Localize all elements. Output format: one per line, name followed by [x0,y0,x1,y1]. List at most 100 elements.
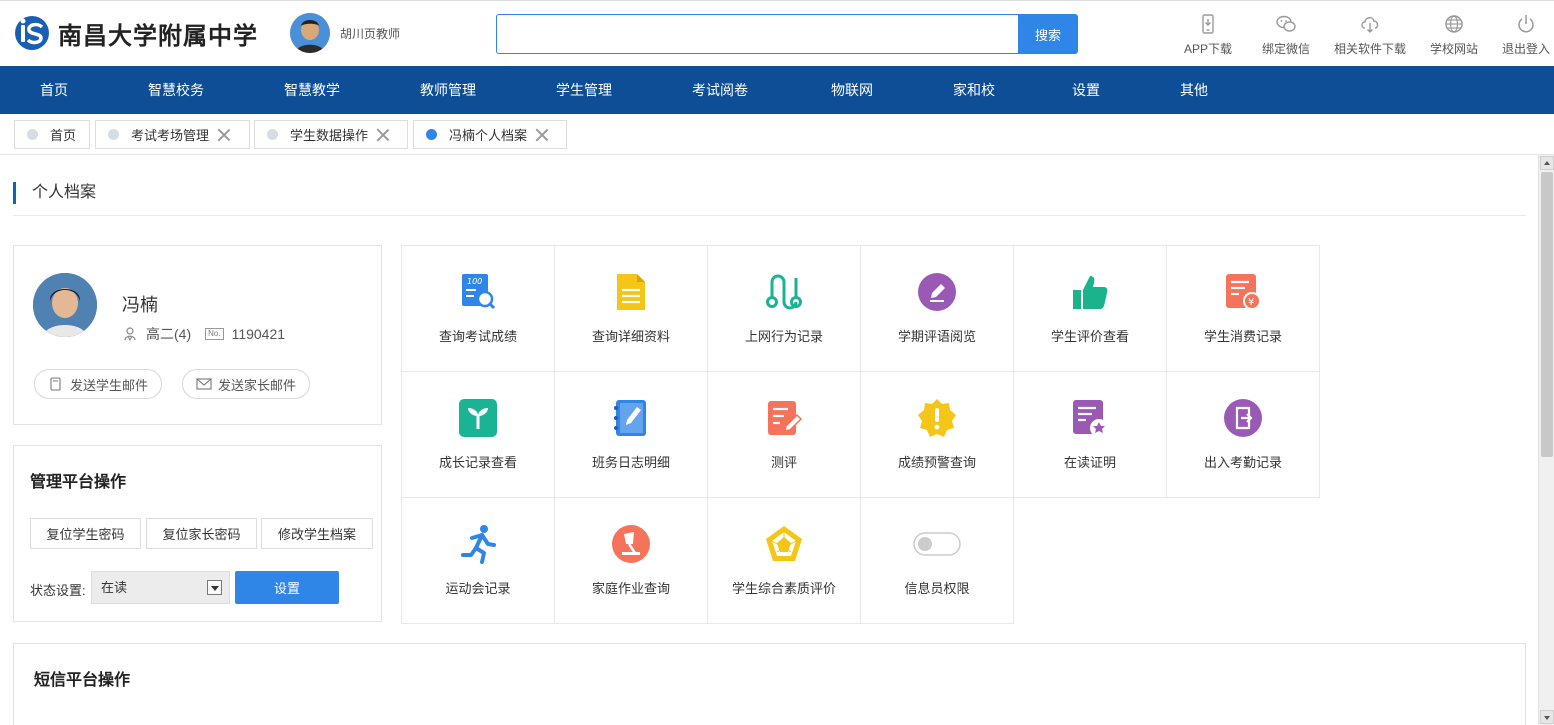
nav-home[interactable]: 首页 [0,66,108,114]
tab-exam-room-management[interactable]: 考试考场管理 [95,120,250,149]
semester-comments-tile[interactable]: 学期评语阅览 [860,245,1014,372]
tab-label: 考试考场管理 [131,128,210,143]
tab-student-profile[interactable]: 冯楠个人档案 [413,120,567,149]
search-bar: 搜索 [496,14,1078,54]
informant-permission-tile[interactable]: 信息员权限 [860,497,1014,624]
teacher-profile[interactable]: 胡川页教师 [290,13,400,53]
reset-student-password-button[interactable]: 复位学生密码 [30,518,141,549]
homework-query-tile[interactable]: 家庭作业查询 [554,497,708,624]
edit-circle-icon [918,273,956,311]
header-tools: APP下载 绑定微信 相关软件下载 学校网站 退出登入 [1172,13,1554,57]
tile-label: 学生综合素质评价 [731,581,836,596]
school-website-label: 学校网站 [1429,42,1478,56]
chevron-down-icon[interactable] [207,580,222,595]
envelope-icon [196,378,212,390]
mobile-mail-icon [50,377,61,391]
wechat-icon [1276,15,1296,32]
tab-home[interactable]: 首页 [14,120,90,149]
internet-behavior-tile[interactable]: 上网行为记录 [707,245,861,372]
globe-icon [1445,15,1463,33]
notebook-icon [614,400,646,436]
class-log-tile[interactable]: 班务日志明细 [554,371,708,498]
tile-label: 查询详细资料 [591,329,670,344]
header: 南昌大学附属中学 胡川页教师 搜索 APP下载 绑定微信 相关软件下载 学校网站… [0,0,1554,66]
nav-home-school[interactable]: 家和校 [916,66,1032,114]
teacher-avatar[interactable] [290,13,330,53]
sms-title: 短信平台操作 [34,672,131,689]
student-class: 高二(4) [146,326,192,342]
enrollment-certificate-tile[interactable]: 在读证明 [1013,371,1167,498]
attendance-icon [1224,399,1262,437]
tile-label: 学生消费记录 [1203,329,1282,344]
status-label: 状态设置: [30,583,86,598]
status-value: 在读 [101,580,128,595]
edit-student-file-button[interactable]: 修改学生档案 [261,518,373,549]
sports-meet-tile[interactable]: 运动会记录 [401,497,555,624]
growth-record-tile[interactable]: 成长记录查看 [401,371,555,498]
student-number: 1190421 [231,326,286,342]
comprehensive-quality-tile[interactable]: 学生综合素质评价 [707,497,861,624]
school-website-button[interactable]: 学校网站 [1424,13,1484,57]
tab-status-dot [426,129,437,140]
student-evaluation-tile[interactable]: 学生评价查看 [1013,245,1167,372]
main-nav: 首页 智慧校务 智慧教学 教师管理 学生管理 考试阅卷 物联网 家和校 设置 其… [0,66,1554,114]
nav-smart-campus[interactable]: 智慧校务 [108,66,244,114]
toggle-icon[interactable] [913,524,961,564]
status-select[interactable]: 在读 [91,571,230,604]
send-parent-mail-label: 发送家长邮件 [218,377,297,393]
nav-smart-teaching[interactable]: 智慧教学 [244,66,380,114]
nav-settings[interactable]: 设置 [1032,66,1140,114]
student-consumption-tile[interactable]: ¥ 学生消费记录 [1166,245,1320,372]
logout-button[interactable]: 退出登入 [1496,13,1554,57]
checklist-icon [768,401,803,435]
student-name: 冯楠 [122,295,158,315]
scroll-thumb[interactable] [1541,172,1553,457]
scroll-down-arrow[interactable] [1540,710,1554,724]
scroll-up-arrow[interactable] [1540,156,1554,170]
bill-yuan-icon: ¥ [1226,274,1261,310]
close-icon[interactable] [535,128,549,142]
attendance-record-tile[interactable]: 出入考勤记录 [1166,371,1320,498]
grade-warning-tile[interactable]: 成绩预警查询 [860,371,1014,498]
bind-wechat-button[interactable]: 绑定微信 [1256,13,1316,57]
search-input[interactable] [496,14,1018,54]
assessment-tile[interactable]: 测评 [707,371,861,498]
school-logo[interactable]: 南昌大学附属中学 [14,15,258,51]
reset-parent-password-button[interactable]: 复位家长密码 [146,518,257,549]
school-logo-icon [14,15,50,51]
query-exam-score-tile[interactable]: 100 查询考试成绩 [401,245,555,372]
software-download-label: 相关软件下载 [1333,42,1406,56]
software-download-button[interactable]: 相关软件下载 [1328,13,1412,57]
runner-icon [461,525,496,564]
nav-exam-marking[interactable]: 考试阅卷 [652,66,788,114]
close-icon[interactable] [376,128,390,142]
svg-text:100: 100 [467,277,482,286]
number-badge: No. [205,328,224,340]
set-status-button[interactable]: 设置 [235,571,339,604]
nav-other[interactable]: 其他 [1140,66,1248,114]
send-student-mail-button[interactable]: 发送学生邮件 [34,369,163,399]
query-details-tile[interactable]: 查询详细资料 [554,245,708,372]
tab-bar: 首页 考试考场管理 学生数据操作 冯楠个人档案 [0,114,1554,155]
close-icon[interactable] [217,128,231,142]
tile-label: 在读证明 [1063,455,1116,470]
tile-label: 学生评价查看 [1050,329,1129,344]
tile-label: 出入考勤记录 [1203,455,1282,470]
nav-iot[interactable]: 物联网 [788,66,916,114]
certificate-icon [1073,400,1108,437]
tab-status-dot [27,129,38,140]
nav-student-management[interactable]: 学生管理 [516,66,652,114]
search-button[interactable]: 搜索 [1018,14,1078,54]
tab-status-dot [108,129,119,140]
cloud-download-icon [1361,17,1379,33]
divider [13,215,1526,216]
vertical-scrollbar[interactable] [1538,155,1554,725]
send-parent-mail-button[interactable]: 发送家长邮件 [182,369,311,399]
app-download-button[interactable]: APP下载 [1172,13,1244,57]
tile-label: 成绩预警查询 [897,455,976,470]
logout-label: 退出登入 [1501,42,1550,56]
sprout-icon [459,399,497,437]
tab-student-data[interactable]: 学生数据操作 [254,120,408,149]
tile-label: 查询考试成绩 [438,329,517,344]
nav-teacher-management[interactable]: 教师管理 [380,66,516,114]
